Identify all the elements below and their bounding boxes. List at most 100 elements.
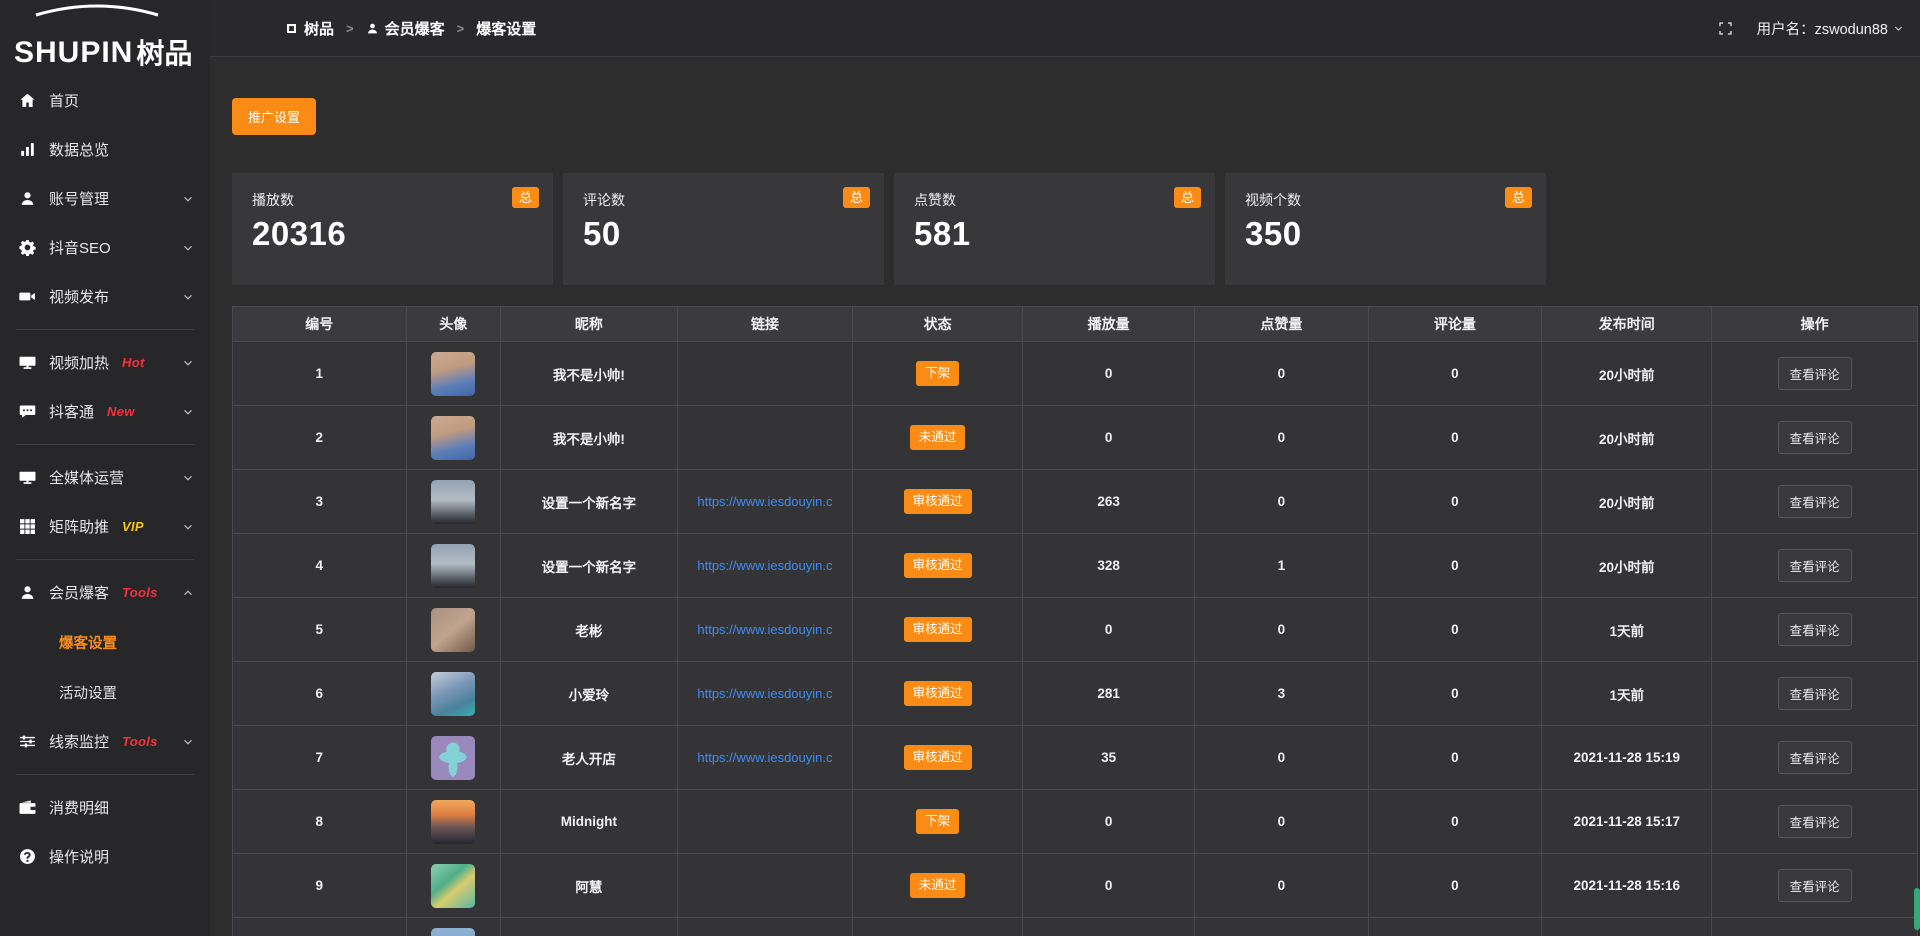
sidebar-item-操作说明[interactable]: 操作说明 xyxy=(0,832,210,881)
question-icon xyxy=(19,848,36,865)
sidebar-item-label: 抖客通 xyxy=(49,401,94,422)
sidebar-item-账号管理[interactable]: 账号管理 xyxy=(0,174,210,223)
app-window: SHUPIN 树品 首页数据总览账号管理抖音SEO视频发布视频加热Hot抖客通N… xyxy=(0,0,1920,936)
chevron-up-icon xyxy=(182,587,194,599)
logo-text-cn: 树品 xyxy=(136,40,192,68)
column-header-10: 操作 xyxy=(1712,307,1918,342)
status-badge[interactable]: 审核通过 xyxy=(904,745,972,770)
stat-card-total-badge[interactable]: 总 xyxy=(1174,187,1201,208)
view-comments-button[interactable]: 查看评论 xyxy=(1778,741,1852,774)
breadcrumb-label: 爆客设置 xyxy=(476,18,536,39)
cell-plays: 0 xyxy=(1023,598,1195,662)
sidebar-item-首页[interactable]: 首页 xyxy=(0,76,210,125)
video-link[interactable]: https://www.iesdouyin.c xyxy=(697,686,832,701)
view-comments-button[interactable]: 查看评论 xyxy=(1778,485,1852,518)
status-badge[interactable]: 未通过 xyxy=(910,425,966,450)
user-icon xyxy=(19,584,36,601)
video-link[interactable]: https://www.iesdouyin.c xyxy=(697,494,832,509)
stat-card-value: 50 xyxy=(583,215,864,253)
sidebar-item-消费明细[interactable]: 消费明细 xyxy=(0,783,210,832)
sidebar-item-视频加热[interactable]: 视频加热Hot xyxy=(0,338,210,387)
column-header-4: 链接 xyxy=(677,307,852,342)
avatar xyxy=(431,416,475,460)
table-row: 2我不是小帅!未通过00020小时前查看评论 xyxy=(233,406,1918,470)
video-link[interactable]: https://www.iesdouyin.c xyxy=(697,750,832,765)
cell-time xyxy=(1542,918,1712,936)
video-link[interactable]: https://www.iesdouyin.c xyxy=(697,558,832,573)
view-comments-button[interactable]: 查看评论 xyxy=(1778,357,1852,390)
sidebar-item-抖音SEO[interactable]: 抖音SEO xyxy=(0,223,210,272)
view-comments-button[interactable]: 查看评论 xyxy=(1778,421,1852,454)
user-icon xyxy=(366,22,379,35)
promo-settings-button[interactable]: 推广设置 xyxy=(232,98,316,135)
status-badge[interactable]: 审核通过 xyxy=(904,489,972,514)
sidebar-subitem-活动设置[interactable]: 活动设置 xyxy=(0,667,210,717)
sidebar-item-视频发布[interactable]: 视频发布 xyxy=(0,272,210,321)
chevron-down-icon[interactable] xyxy=(1893,23,1904,34)
chevron-down-icon xyxy=(182,193,194,205)
cell-time: 1天前 xyxy=(1542,662,1712,726)
status-badge[interactable]: 审核通过 xyxy=(904,681,972,706)
sidebar-item-抖客通[interactable]: 抖客通New xyxy=(0,387,210,436)
status-badge[interactable]: 下架 xyxy=(916,809,959,834)
status-badge[interactable]: 下架 xyxy=(916,361,959,386)
stat-cards: 播放数20316总评论数50总点赞数581总视频个数350总 xyxy=(232,173,1546,285)
cell-action: 查看评论 xyxy=(1712,534,1918,598)
status-badge[interactable]: 审核通过 xyxy=(904,553,972,578)
cell-time: 1天前 xyxy=(1542,598,1712,662)
scrollbar[interactable] xyxy=(1914,0,1920,936)
stat-card-2: 评论数 50 总 xyxy=(563,173,884,285)
stat-card-total-badge[interactable]: 总 xyxy=(1505,187,1532,208)
scrollbar-thumb[interactable] xyxy=(1914,888,1920,930)
fullscreen-icon[interactable] xyxy=(1718,21,1733,36)
sidebar-item-线索监控[interactable]: 线索监控Tools xyxy=(0,717,210,766)
view-comments-button[interactable]: 查看评论 xyxy=(1778,677,1852,710)
status-badge[interactable]: 未通过 xyxy=(910,873,966,898)
table-row: 8Midnight下架0002021-11-28 15:17查看评论 xyxy=(233,790,1918,854)
stat-card-label: 播放数 xyxy=(252,190,533,210)
column-header-5: 状态 xyxy=(853,307,1023,342)
column-header-1: 编号 xyxy=(233,307,407,342)
video-link[interactable]: https://www.iesdouyin.c xyxy=(697,622,832,637)
column-header-6: 播放量 xyxy=(1023,307,1195,342)
chevron-down-icon xyxy=(182,406,194,418)
view-comments-button[interactable]: 查看评论 xyxy=(1778,805,1852,838)
status-badge[interactable]: 审核通过 xyxy=(904,617,972,642)
breadcrumb-item-3[interactable]: 爆客设置 xyxy=(476,18,536,39)
sidebar-item-矩阵助推[interactable]: 矩阵助推VIP xyxy=(0,502,210,551)
sidebar-subitem-爆客设置[interactable]: 爆客设置 xyxy=(0,617,210,667)
cell-nickname: 老人开店 xyxy=(500,726,677,790)
stat-card-total-badge[interactable]: 总 xyxy=(843,187,870,208)
cell-time: 2021-11-28 15:16 xyxy=(1542,854,1712,918)
sidebar-item-全媒体运营[interactable]: 全媒体运营 xyxy=(0,453,210,502)
cell-status: 审核通过 xyxy=(853,534,1023,598)
stat-card-label: 视频个数 xyxy=(1245,190,1526,210)
logo[interactable]: SHUPIN 树品 xyxy=(0,0,210,76)
cell-time: 20小时前 xyxy=(1542,406,1712,470)
sidebar-item-label: 消费明细 xyxy=(49,797,109,818)
breadcrumb-item-2[interactable]: 会员爆客 xyxy=(366,18,445,39)
breadcrumb-label: 树品 xyxy=(304,18,334,39)
view-comments-button[interactable]: 查看评论 xyxy=(1778,869,1852,902)
breadcrumb-item-1[interactable]: 树品 xyxy=(285,18,334,39)
stat-card-label: 评论数 xyxy=(583,190,864,210)
stat-card-4: 视频个数350总 xyxy=(1225,173,1546,285)
square-icon xyxy=(285,22,298,35)
sidebar-item-数据总览[interactable]: 数据总览 xyxy=(0,125,210,174)
sidebar-item-会员爆客[interactable]: 会员爆客Tools xyxy=(0,568,210,617)
view-comments-button[interactable]: 查看评论 xyxy=(1778,613,1852,646)
cell-avatar xyxy=(406,790,500,854)
column-header-8: 评论量 xyxy=(1368,307,1542,342)
cell-comments: 0 xyxy=(1368,470,1542,534)
avatar xyxy=(431,864,475,908)
cell-action: 查看评论 xyxy=(1712,598,1918,662)
cell-link: https://www.iesdouyin.c xyxy=(677,726,852,790)
username[interactable]: 用户名：zswodun88 xyxy=(1757,18,1888,39)
view-comments-button[interactable]: 查看评论 xyxy=(1778,549,1852,582)
stat-card-total-badge[interactable]: 总 xyxy=(512,187,539,208)
cell-status xyxy=(853,918,1023,936)
cell-comments: 0 xyxy=(1368,662,1542,726)
table-row: 7老人开店https://www.iesdouyin.c审核通过35002021… xyxy=(233,726,1918,790)
cell-likes: 0 xyxy=(1195,854,1369,918)
cell-plays: 263 xyxy=(1023,470,1195,534)
